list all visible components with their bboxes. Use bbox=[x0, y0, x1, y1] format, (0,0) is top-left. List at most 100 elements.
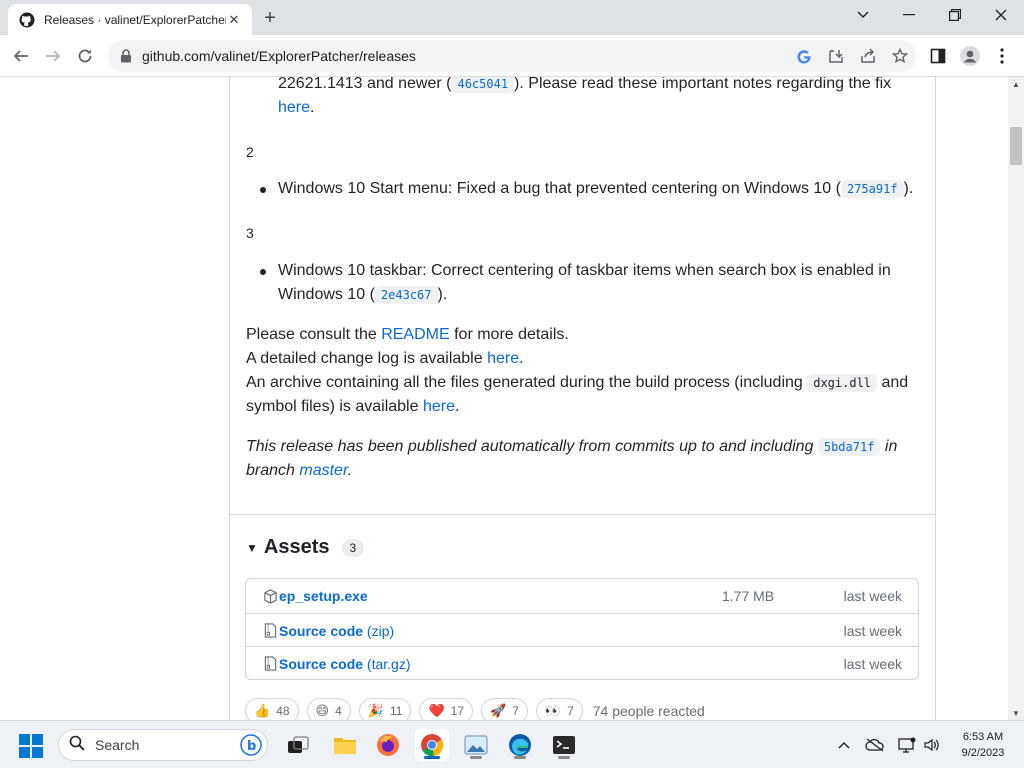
section-number-2: 2 bbox=[246, 144, 254, 160]
section-divider bbox=[230, 514, 935, 515]
volume-icon[interactable] bbox=[920, 733, 942, 757]
laugh-icon: 😄 bbox=[315, 703, 330, 718]
assets-summary[interactable]: ▼ Assets 3 bbox=[246, 536, 365, 559]
lock-icon[interactable] bbox=[120, 49, 134, 63]
terminal-icon[interactable] bbox=[547, 729, 581, 761]
windows-start-icon[interactable] bbox=[19, 734, 43, 758]
heart-icon: ❤️ bbox=[428, 703, 445, 718]
notes-fragment: 22621.1413 and newer (46c5041). Please r… bbox=[278, 77, 892, 116]
new-tab-icon[interactable]: + bbox=[258, 6, 282, 30]
scroll-up-arrow-icon[interactable]: ▲ bbox=[1008, 77, 1024, 91]
google-lens-icon[interactable] bbox=[788, 42, 820, 70]
reactions-bar: 👍 48 😄 4 🎉 11 ❤️ 17 🚀 7 👀 7 74 people reacted bbox=[245, 698, 705, 720]
changelog-line: A detailed change log is available here. bbox=[246, 350, 524, 367]
branch-master-link[interactable]: master bbox=[299, 462, 347, 479]
taskbar-search-box[interactable]: Search b bbox=[58, 729, 268, 761]
task-view-icon[interactable] bbox=[281, 729, 315, 761]
clock-date: 9/2/2023 bbox=[961, 747, 1005, 759]
system-clock[interactable]: 6:53 AM 9/2/2023 bbox=[948, 729, 1018, 761]
changelog-link[interactable]: here bbox=[487, 350, 519, 367]
more-menu-icon[interactable] bbox=[988, 43, 1016, 69]
assets-title[interactable]: Assets bbox=[264, 536, 330, 559]
tab-search-chevron-icon[interactable] bbox=[848, 3, 878, 27]
share-icon[interactable] bbox=[852, 42, 884, 70]
thumbs-up-icon: 👍 bbox=[254, 703, 271, 718]
search-icon bbox=[69, 735, 85, 756]
scroll-thumb[interactable] bbox=[1010, 127, 1022, 165]
asset-row[interactable]: Source code (tar.gz) last week bbox=[246, 646, 918, 680]
dxgi-dll-code: dxgi.dll bbox=[807, 374, 878, 392]
back-arrow-icon[interactable] bbox=[8, 43, 34, 69]
running-indicator bbox=[558, 756, 570, 759]
reaction-laugh[interactable]: 😄 4 bbox=[306, 698, 351, 720]
page-scrollbar[interactable]: ▲ ▼ bbox=[1008, 77, 1024, 720]
close-window-icon[interactable] bbox=[986, 3, 1016, 27]
network-icon[interactable] bbox=[896, 733, 918, 757]
chrome-icon[interactable] bbox=[415, 729, 449, 761]
windows-taskbar: Search b 6:53 AM 9/2/2023 bbox=[0, 720, 1024, 768]
section-number-3: 3 bbox=[246, 225, 254, 241]
commit-46c5041[interactable]: 46c5041 bbox=[451, 77, 515, 93]
fix-notes-link[interactable]: here bbox=[278, 99, 310, 116]
archive-link[interactable]: here bbox=[423, 398, 455, 415]
readme-link[interactable]: README bbox=[381, 326, 449, 343]
asset-date: last week bbox=[843, 655, 902, 672]
commit-275a91f[interactable]: 275a91f bbox=[840, 180, 904, 198]
asset-date: last week bbox=[843, 622, 902, 639]
bing-icon[interactable]: b bbox=[239, 733, 263, 762]
item-taskbar-fix: Windows 10 taskbar: Correct centering of… bbox=[278, 262, 891, 304]
clock-time: 6:53 AM bbox=[962, 731, 1004, 743]
reaction-eyes[interactable]: 👀 7 bbox=[535, 698, 583, 720]
reaction-thumbs-up[interactable]: 👍 48 bbox=[245, 698, 299, 720]
reaction-hooray[interactable]: 🎉 11 bbox=[358, 698, 412, 720]
assets-count-badge: 3 bbox=[341, 538, 365, 557]
bookmark-star-icon[interactable] bbox=[884, 42, 916, 70]
onedrive-offline-icon[interactable] bbox=[864, 733, 886, 757]
asset-name-link[interactable]: Source code (tar.gz) bbox=[279, 656, 411, 672]
commit-2e43c67[interactable]: 2e43c67 bbox=[374, 286, 438, 304]
scroll-down-arrow-icon[interactable]: ▼ bbox=[1008, 706, 1024, 720]
url-text[interactable]: github.com/valinet/ExplorerPatcher/relea… bbox=[142, 48, 788, 64]
bullet-dot bbox=[260, 269, 266, 275]
github-icon bbox=[18, 11, 36, 29]
reaction-rocket[interactable]: 🚀 7 bbox=[481, 698, 528, 720]
close-tab-icon[interactable]: ✕ bbox=[226, 12, 242, 28]
archive-line: An archive containing all the files gene… bbox=[246, 374, 909, 415]
forward-arrow-icon[interactable] bbox=[40, 43, 66, 69]
assets-list: ep_setup.exe 1.77 MB last week Source co… bbox=[245, 578, 919, 680]
asset-name-link[interactable]: ep_setup.exe bbox=[279, 588, 368, 604]
tab-strip: Releases · valinet/ExplorerPatcher ✕ + bbox=[0, 0, 1024, 35]
minimize-icon[interactable] bbox=[894, 3, 924, 27]
hooray-icon: 🎉 bbox=[367, 703, 384, 718]
caret-down-icon[interactable]: ▼ bbox=[246, 541, 258, 555]
edge-icon[interactable] bbox=[503, 729, 537, 761]
address-bar[interactable]: github.com/valinet/ExplorerPatcher/relea… bbox=[108, 40, 916, 72]
install-app-icon[interactable] bbox=[820, 42, 852, 70]
reload-icon[interactable] bbox=[72, 43, 98, 69]
file-zip-icon bbox=[262, 656, 278, 672]
bullet-dot bbox=[260, 187, 266, 193]
commit-5bda71f[interactable]: 5bda71f bbox=[817, 438, 881, 456]
show-hidden-icons-chevron-icon[interactable] bbox=[833, 733, 855, 757]
active-indicator bbox=[424, 756, 440, 759]
asset-row[interactable]: ep_setup.exe 1.77 MB last week bbox=[246, 579, 918, 613]
asset-row[interactable]: Source code (zip) last week bbox=[246, 613, 918, 647]
search-label: Search bbox=[95, 737, 140, 753]
firefox-icon[interactable] bbox=[371, 729, 405, 761]
restore-icon[interactable] bbox=[940, 3, 970, 27]
page-viewport: 22621.1413 and newer (46c5041). Please r… bbox=[0, 77, 1008, 720]
photos-app-icon[interactable] bbox=[459, 729, 493, 761]
file-explorer-icon[interactable] bbox=[328, 729, 362, 761]
running-indicator bbox=[514, 756, 526, 759]
reactions-summary[interactable]: 74 people reacted bbox=[593, 703, 705, 719]
browser-tab[interactable]: Releases · valinet/ExplorerPatcher ✕ bbox=[8, 4, 252, 35]
asset-name-link[interactable]: Source code (zip) bbox=[279, 623, 394, 639]
asset-size: 1.77 MB bbox=[722, 588, 775, 604]
rocket-icon: 🚀 bbox=[490, 703, 507, 718]
profile-avatar-icon[interactable] bbox=[956, 43, 984, 69]
side-panel-icon[interactable] bbox=[924, 43, 952, 69]
reaction-heart[interactable]: ❤️ 17 bbox=[419, 698, 473, 720]
svg-text:b: b bbox=[247, 739, 256, 754]
browser-toolbar: github.com/valinet/ExplorerPatcher/relea… bbox=[0, 35, 1024, 77]
file-zip-icon bbox=[262, 623, 278, 639]
